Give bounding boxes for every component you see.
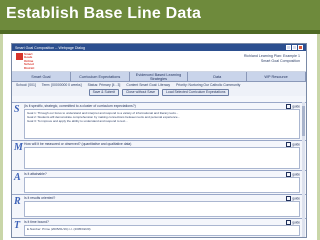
tab-smart-goal[interactable]: Smart Goal (12, 72, 71, 81)
save-button[interactable]: Save & Submit (88, 88, 120, 96)
tab-learning-strategies[interactable]: Evidenced Based Learning Strategies (130, 72, 189, 81)
smart-letter: S (14, 104, 20, 115)
info-school: School: [001] (16, 83, 36, 87)
tab-curriculum-expectations[interactable]: Curriculum Expectations (71, 72, 130, 81)
minimize-icon[interactable] (286, 45, 291, 50)
window-title: Smart Goal Composition -- Webpage Dialog (15, 45, 86, 50)
close-without-save-button[interactable]: Close without Save (122, 88, 160, 96)
smart-letter: A (14, 172, 21, 183)
smart-section-r: R Is it results oriented? guide (12, 194, 306, 219)
dialog-window: Smart Goal Composition -- Webpage Dialog… (11, 43, 307, 238)
smart-answer-field[interactable] (24, 177, 300, 193)
slide-title: Establish Base Line Data (6, 5, 202, 22)
smart-question: Is it time bound? (24, 220, 49, 224)
left-stripe (0, 34, 3, 240)
tab-data[interactable]: Data (188, 72, 248, 81)
smart-letter: R (14, 196, 21, 207)
guide-link[interactable]: guide (286, 196, 300, 201)
scrollbar-thumb[interactable] (302, 106, 305, 136)
guide-link[interactable]: guide (286, 142, 300, 147)
smart-section-s: S (Is it specific, strategic, committed … (12, 102, 306, 141)
info-term: Term: [00000000 0 weeks] (41, 83, 82, 87)
maximize-icon[interactable] (292, 45, 297, 50)
smart-question: How will it be measured or observed? (qu… (24, 142, 132, 146)
tab-wp-resource[interactable]: WP Resource (247, 72, 306, 81)
guide-link[interactable]: guide (286, 220, 300, 225)
logo-text: Smart Goals Online School District (24, 52, 35, 70)
logo-mark (16, 53, 23, 60)
header-band (0, 30, 320, 34)
button-row: Save & Submit Close without Save Load Se… (12, 88, 306, 96)
smart-question: Is it results oriented? (24, 196, 56, 200)
brand-info: Richland Learning Plan: Example 1 Smart … (244, 54, 300, 64)
smart-letter: M (14, 142, 23, 153)
smart-section-m: M How will it be measured or observed? (… (12, 140, 306, 171)
guide-link[interactable]: guide (286, 104, 300, 109)
smart-sections: S (Is it specific, strategic, committed … (12, 102, 306, 237)
info-status: Status: Primary [4 - 3] (87, 83, 121, 87)
scrollbar[interactable] (302, 102, 305, 237)
smart-question: Is it attainable? (24, 172, 47, 176)
smart-section-t: T Is it time bound? guide E.Number: Prim… (12, 218, 306, 237)
close-icon[interactable] (298, 45, 303, 50)
info-priority: Priority: Nurturing Our Catholic Communi… (176, 83, 241, 87)
smart-section-a: A Is it attainable? guide (12, 170, 306, 195)
brand-row: Smart Goals Online School District Richl… (12, 51, 306, 72)
logo: Smart Goals Online School District (16, 52, 35, 70)
slide-header: Establish Base Line Data (0, 0, 320, 34)
guide-link[interactable]: guide (286, 172, 300, 177)
smart-answer-field[interactable]: E.Number: Prime (2005/01/19) n.l. (2005/… (24, 225, 300, 236)
smart-letter: T (14, 220, 21, 231)
window-titlebar: Smart Goal Composition -- Webpage Dialog (12, 44, 306, 51)
load-expectations-button[interactable]: Load Selected Curriculum Expectations (162, 88, 230, 96)
smart-answer-field[interactable] (24, 201, 300, 217)
smart-answer-field[interactable] (24, 147, 300, 169)
info-content: Content Smart Goal: Literacy (126, 83, 171, 87)
smart-question: (Is it specific, strategic, committed to… (24, 104, 136, 108)
smart-answer-field[interactable]: Goal 1: Through our focus to understand … (24, 109, 300, 139)
nav-tabs: Smart Goal Curriculum Expectations Evide… (12, 72, 306, 82)
brand-line-2: Smart Goal Composition (260, 59, 300, 63)
